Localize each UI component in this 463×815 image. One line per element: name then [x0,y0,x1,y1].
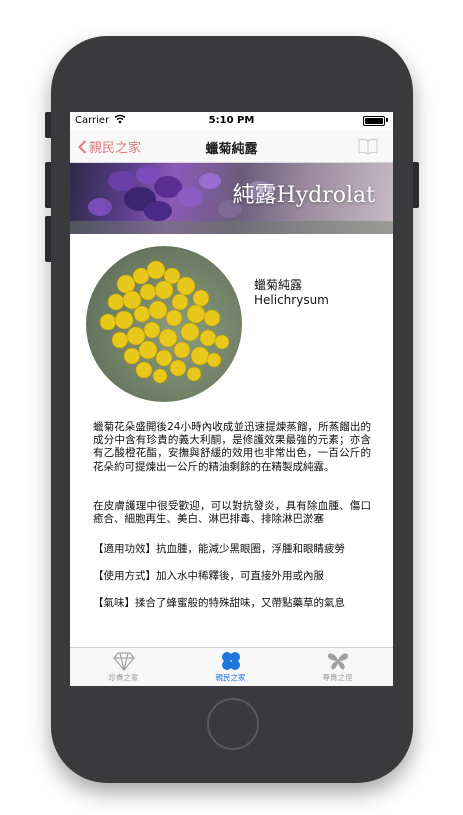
usage-paragraph: 【使用方式】加入水中稀釋後，可直接外用或內服 [93,570,324,582]
tab-precious-home[interactable]: 珍貴之家 [70,651,177,683]
status-time: 5:10 PM [208,115,255,126]
home-button[interactable] [207,698,259,750]
tab-affordable-home[interactable]: 親民之家 [177,651,284,683]
tab-bar: 珍貴之家 親民之家 尊貴之徑 [70,647,393,686]
power-button [413,162,419,208]
volume-up-button [45,162,51,208]
clover-icon [221,652,240,670]
description-paragraph: 蠟菊花朵盛開後24小時內收成並迅速提煉蒸餾，所蒸餾出的成分中含有珍貴的義大利酮，… [93,421,371,473]
helichrysum-photo [86,246,242,402]
page-title: 蠟菊純露 [205,142,258,157]
tab-label: 尊貴之徑 [322,673,353,682]
battery-tip [386,118,388,122]
diamond-icon [112,652,135,671]
banner-title: 純露Hydrolat [232,183,375,208]
mute-switch [45,112,51,138]
volume-down-button [45,216,51,262]
status-bar: Carrier 5:10 PM [70,112,393,130]
skincare-paragraph: 在皮膚護理中很受歡迎，可以對抗發炎，具有除血腫、傷口癒合、細胞再生、美白、淋巴排… [93,500,371,526]
plant-name: 蠟菊純露 Helichrysum [254,278,329,308]
helichrysum-flowers [99,260,230,384]
plant-name-en: Helichrysum [254,293,329,307]
butterfly-icon [327,653,348,670]
plant-name-zh: 蠟菊純露 [254,278,303,292]
book-icon[interactable] [357,137,379,159]
tab-noble-path[interactable]: 尊貴之徑 [284,651,391,683]
benefits-paragraph: 【適用功效】抗血腫，能減少黑眼圈，浮腫和眼睛疲勞 [93,543,345,555]
navigation-bar: 親民之家 蠟菊純露 [70,130,393,163]
tab-label: 親民之家 [215,673,246,682]
scent-paragraph: 【氣味】揉合了蜂蜜般的特殊甜味，又帶點藥草的氣息 [93,597,345,609]
app-screen: Carrier 5:10 PM 親民之家 蠟菊純露 純露Hydrolat 蠟菊純… [70,112,393,686]
battery-icon [363,116,385,126]
banner-image: 純露Hydrolat [70,163,393,234]
tab-label: 珍貴之家 [108,673,139,682]
